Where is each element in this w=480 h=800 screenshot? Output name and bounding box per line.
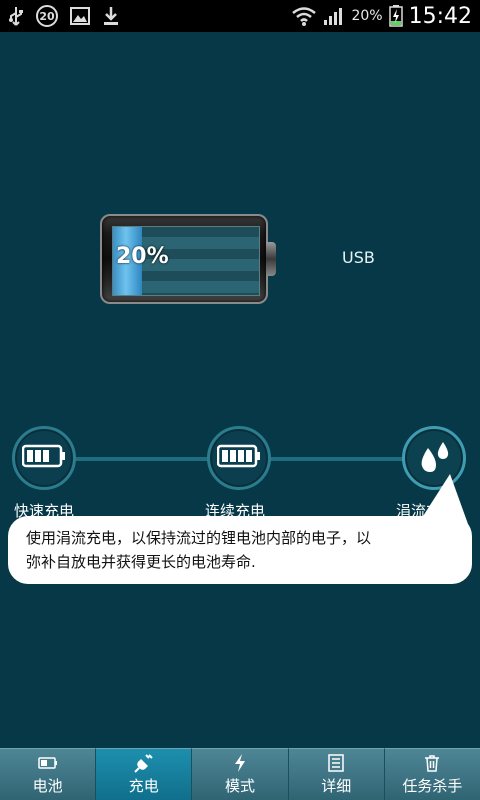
battery-terminal [266, 242, 276, 276]
battery-graphic: 20% [100, 214, 276, 304]
lightning-icon [233, 753, 247, 773]
bottom-navigation: 电池 充电 模式 详细 任务杀手 [0, 748, 480, 800]
list-icon [328, 753, 344, 773]
trash-icon [424, 753, 440, 773]
tooltip-line-2: 弥补自放电并获得更长的电池寿命. [26, 553, 256, 571]
nav-tab-mode[interactable]: 模式 [192, 748, 289, 800]
nav-label: 详细 [321, 777, 352, 795]
nav-tab-details[interactable]: 详细 [288, 748, 385, 800]
battery-icon [37, 753, 58, 773]
tooltip-line-1: 使用涓流充电，以保持流过的锂电池内部的电子，以 [26, 529, 372, 547]
nav-label: 充电 [128, 777, 159, 795]
nav-label: 模式 [225, 777, 256, 795]
plug-icon [134, 753, 154, 773]
status-clock: 15:42 [408, 3, 472, 29]
battery-charging-icon [388, 5, 403, 27]
nav-tab-battery[interactable]: 电池 [0, 748, 97, 800]
nav-label: 任务杀手 [402, 777, 463, 795]
notification-badge: 20 [36, 5, 58, 27]
water-drops-icon [416, 438, 452, 478]
battery-body: 20% [100, 214, 268, 304]
mode-description-tooltip: 使用涓流充电，以保持流过的锂电池内部的电子，以 弥补自放电并获得更长的电池寿命. [8, 516, 472, 584]
mode-fast-charge-button[interactable] [12, 426, 76, 490]
nav-tab-task-killer[interactable]: 任务杀手 [384, 748, 480, 800]
signal-icon [323, 6, 345, 26]
usb-icon [8, 6, 24, 26]
battery-icon [216, 444, 261, 472]
battery-icon [21, 444, 66, 472]
charge-screen: 20% USB 快速充电 连续充电 涓流充电 使用涓流充电，以保持流过的锂电池内… [0, 32, 480, 748]
charge-source-label: USB [342, 248, 375, 267]
nav-tab-charge[interactable]: 充电 [96, 748, 193, 800]
mode-continuous-charge-button[interactable] [207, 426, 271, 490]
status-battery-percent: 20% [351, 8, 383, 24]
wifi-icon [291, 6, 317, 26]
image-icon [70, 7, 90, 25]
download-icon [102, 6, 120, 26]
battery-level-text: 20% [116, 244, 169, 269]
nav-label: 电池 [32, 777, 63, 795]
status-bar: 20 20% 15:42 [0, 0, 480, 32]
